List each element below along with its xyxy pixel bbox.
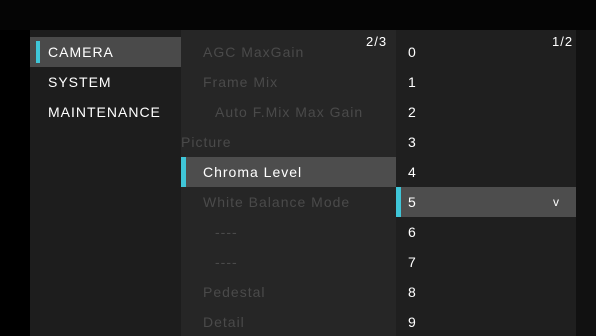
submenu-item-pedestal[interactable]: Pedestal [181,277,396,307]
submenu-item-agc-maxgain[interactable]: AGC MaxGain [181,37,396,67]
selected-check-mark: v [553,195,560,209]
value-option[interactable]: 4 [396,157,576,187]
value-option[interactable]: 2 [396,97,576,127]
top-band [0,0,596,30]
main-menu: CAMERA SYSTEM MAINTENANCE [30,30,181,336]
submenu-item-white-balance-mode[interactable]: White Balance Mode [181,187,396,217]
value-option-selected[interactable]: 5 v [396,187,576,217]
value-option[interactable]: 7 [396,247,576,277]
submenu-item-auto-fmix-max-gain[interactable]: Auto F.Mix Max Gain [181,97,396,127]
value-option-label: 5 [408,194,417,210]
submenu-item-chroma-level[interactable]: Chroma Level [181,157,396,187]
menu-item-system[interactable]: SYSTEM [30,67,181,97]
value-option[interactable]: 1 [396,67,576,97]
value-option[interactable]: 9 [396,307,576,336]
menu-item-maintenance[interactable]: MAINTENANCE [30,97,181,127]
value-option[interactable]: 0 [396,37,576,67]
submenu-item-placeholder: ---- [215,224,238,240]
value-list: 0 1 2 3 4 5 v 6 7 8 9 [396,30,576,336]
submenu-page-indicator: 2/3 [366,34,388,49]
submenu-item-detail[interactable]: Detail [181,307,396,336]
submenu-item-picture: Picture [181,134,232,150]
submenu-item-placeholder: ---- [215,254,238,270]
values-page-indicator: 1/2 [552,34,574,49]
menu-item-camera[interactable]: CAMERA [30,37,181,67]
right-edge [576,30,596,336]
value-option[interactable]: 8 [396,277,576,307]
submenu: AGC MaxGain Frame Mix Auto F.Mix Max Gai… [181,30,396,336]
value-option[interactable]: 6 [396,217,576,247]
value-option[interactable]: 3 [396,127,576,157]
submenu-item-frame-mix[interactable]: Frame Mix [181,67,396,97]
